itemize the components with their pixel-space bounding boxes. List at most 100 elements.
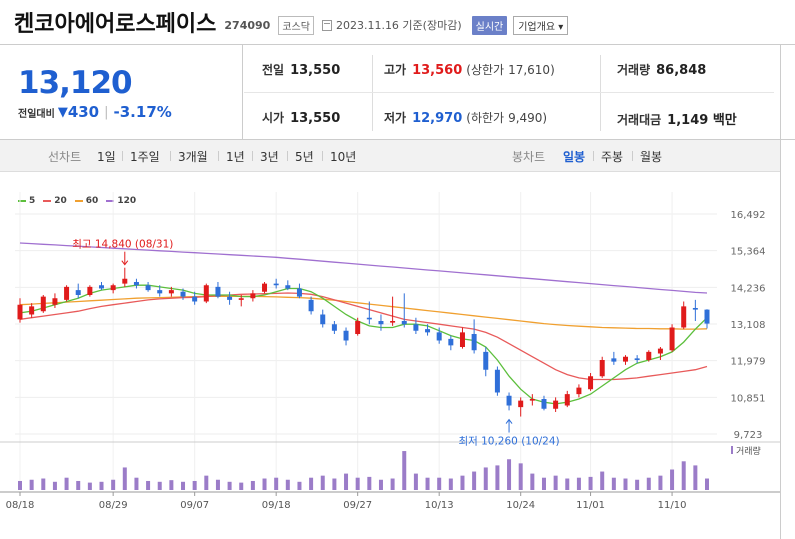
candle-body	[448, 338, 454, 346]
volume-bar	[495, 465, 500, 490]
period-1y[interactable]: 1년	[226, 148, 245, 165]
candle-body	[157, 290, 163, 294]
candle-body	[611, 358, 617, 362]
candle-body	[296, 288, 302, 297]
upper-limit-value: 17,610)	[508, 63, 555, 77]
candle-body	[99, 285, 105, 289]
candle-body	[518, 400, 524, 408]
x-tick-label: 08/29	[99, 500, 128, 511]
candle-body	[29, 306, 35, 315]
candle-body	[599, 359, 605, 377]
period-3m[interactable]: 3개월	[178, 148, 208, 165]
volume-bar	[390, 478, 395, 490]
divider	[600, 55, 601, 131]
open-label: 시가	[262, 111, 285, 125]
period-1d[interactable]: 1일	[97, 148, 116, 165]
period-1w[interactable]: 1주일	[130, 148, 160, 165]
quote-panel: 13,120 전일대비 ▼ 430 | -3.17% 전일 13,550 시가 …	[0, 44, 795, 140]
high-label: 고가	[384, 63, 407, 77]
volume-bar	[134, 477, 139, 490]
candle-body	[541, 398, 547, 409]
right-border	[780, 44, 781, 539]
volume-bar	[99, 481, 104, 490]
candle-body	[285, 285, 291, 289]
candle-chart-label: 봉차트	[512, 150, 546, 164]
divider	[372, 55, 373, 131]
lower-limit-value: 9,490)	[508, 111, 548, 125]
volume-bar	[29, 479, 34, 490]
period-10y[interactable]: 10년	[330, 148, 356, 165]
candle-body	[192, 296, 198, 302]
candle-body	[238, 298, 244, 300]
y-tick-label: 14,236	[731, 283, 766, 294]
candle-body	[203, 285, 209, 302]
volume-bar	[472, 471, 477, 490]
volume-bar	[705, 478, 709, 490]
volume-bar	[111, 479, 116, 490]
period-5y[interactable]: 5년	[295, 148, 314, 165]
lower-limit-label: (하한가	[466, 111, 505, 125]
realtime-button[interactable]: 실시간	[471, 15, 508, 35]
volume-bar	[460, 475, 465, 490]
trade-amount-value: 1,149 백만	[667, 113, 737, 128]
current-price: 13,120	[18, 65, 133, 101]
candle-body	[110, 285, 116, 291]
volume-bar	[553, 475, 558, 490]
candle-body	[506, 395, 512, 406]
candle-body	[87, 286, 93, 295]
candle-body	[40, 296, 46, 312]
candle-daily[interactable]: 일봉	[563, 148, 585, 165]
volume-bar	[87, 482, 92, 490]
volume-bar	[215, 479, 220, 490]
x-tick-label: 10/13	[425, 500, 454, 511]
company-overview-dropdown[interactable]: 기업개요 ▾	[513, 15, 569, 35]
change-percent: -3.17%	[113, 103, 172, 121]
y-tick-label: 9,723	[734, 430, 763, 441]
line-chart-label: 선차트	[48, 150, 82, 164]
high-annotation: 최고 14,840 (08/31)	[72, 239, 173, 251]
volume-bar	[413, 473, 418, 490]
candle-monthly[interactable]: 월봉	[640, 148, 662, 165]
volume-bar	[483, 467, 488, 490]
volume-bar	[507, 459, 512, 490]
candle-body	[681, 306, 687, 328]
low-label: 저가	[384, 111, 407, 125]
volume-bar	[576, 477, 581, 490]
low: 저가 12,970 (하한가 9,490)	[384, 109, 547, 126]
period-3y[interactable]: 3년	[260, 148, 279, 165]
candlestick-chart[interactable]: 16,492 15,364 14,236 13,108 11,979 10,851 9,72…	[0, 172, 780, 539]
volume-bar	[332, 478, 337, 490]
volume-bar	[227, 481, 232, 490]
candle-weekly[interactable]: 주봉	[601, 148, 623, 165]
upper-limit-label: (상한가	[466, 63, 505, 77]
candle-body	[180, 291, 186, 297]
open: 시가 13,550	[262, 109, 340, 126]
x-tick-label: 09/27	[343, 500, 372, 511]
candle-body	[52, 298, 58, 305]
y-tick-label: 10,851	[731, 393, 766, 404]
volume-bar	[693, 465, 698, 490]
volume: 거래량 86,848	[617, 61, 706, 78]
y-tick-label: 11,979	[731, 357, 766, 368]
candle-body	[494, 369, 500, 393]
volume-bar	[402, 451, 407, 490]
volume-bar	[635, 479, 640, 490]
quote-date: 2023.11.16 기준(장마감)	[335, 19, 462, 32]
candle-body	[390, 320, 396, 323]
trade-amount: 거래대금 1,149 백만	[617, 109, 737, 128]
market-badge: 코스닥	[278, 15, 314, 35]
y-tick-label: 13,108	[731, 320, 766, 331]
candle-body	[401, 320, 407, 325]
x-tick-label: 11/01	[576, 500, 605, 511]
prev-close: 전일 13,550	[262, 61, 340, 78]
candle-body	[215, 286, 221, 297]
candle-body	[145, 285, 151, 291]
volume-bar	[64, 477, 69, 490]
candle-body	[227, 296, 233, 300]
volume-bar	[18, 480, 22, 490]
volume-bar	[204, 475, 209, 490]
volume-bar	[565, 478, 570, 490]
volume-bar	[623, 478, 628, 490]
volume-bar	[658, 475, 663, 490]
high-value: 13,560	[412, 63, 463, 78]
